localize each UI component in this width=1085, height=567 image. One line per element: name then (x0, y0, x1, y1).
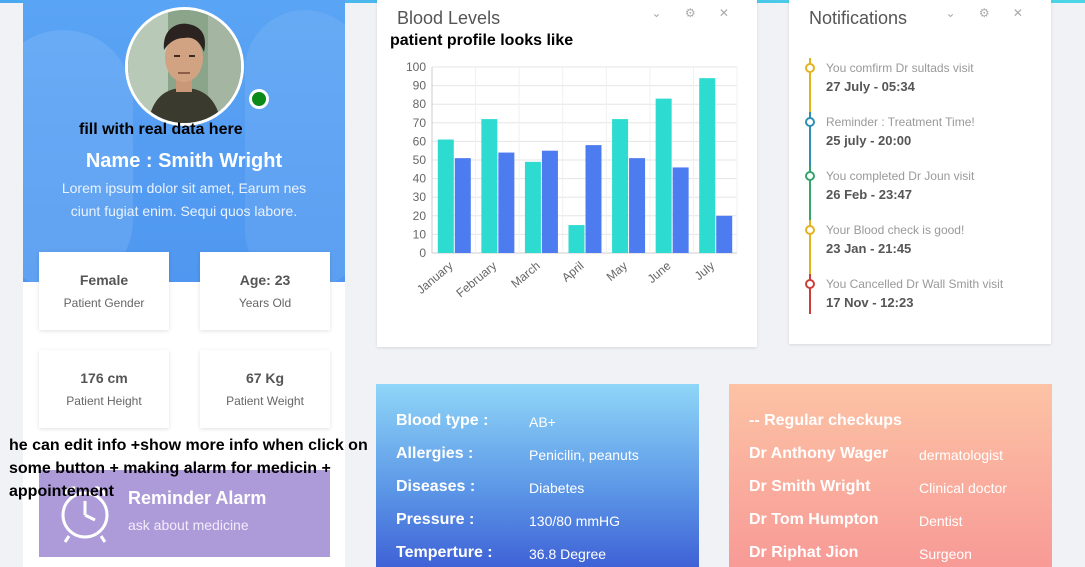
medical-label: Allergies : (396, 445, 474, 462)
notification-time: 26 Feb - 23:47 (826, 187, 912, 202)
stat-label: Patient Gender (63, 296, 145, 310)
stat-value: 176 cm (80, 370, 128, 386)
x-tick-label: June (645, 258, 674, 286)
patient-bio: Lorem ipsum dolor sit amet, Earum nes ci… (43, 177, 325, 223)
timeline-dot (805, 117, 815, 127)
chart-bar (699, 78, 716, 253)
stat-label: Patient Weight (226, 394, 304, 408)
checkup-doctor[interactable]: Dr Smith Wright (749, 478, 870, 496)
stat-label: Patient Height (66, 394, 142, 408)
chart-bar (568, 225, 585, 253)
annotation-line: some button + making alarm for medicin + (9, 460, 331, 477)
annotation-fill-data: fill with real data here (79, 121, 243, 138)
chart-bar (454, 158, 471, 253)
medical-label: Pressure : (396, 511, 475, 528)
x-tick-label: July (692, 259, 717, 283)
stat-age: Age: 23 Years Old (200, 252, 330, 330)
annotation-line: he can edit info +show more info when cl… (9, 437, 368, 454)
notification-time: 27 July - 05:34 (826, 79, 915, 94)
medical-value: Diabetes (529, 480, 585, 496)
stat-label: Years Old (238, 296, 292, 310)
annotation-edit-info: he can edit info +show more info when cl… (9, 434, 368, 503)
y-tick-label: 20 (413, 209, 427, 223)
stat-height: 176 cm Patient Height (39, 350, 169, 428)
checkup-specialty: Clinical doctor (919, 480, 1007, 496)
timeline-dot (805, 63, 815, 73)
y-tick-label: 70 (413, 116, 427, 130)
checkup-specialty: Dentist (919, 513, 963, 529)
stat-value: 67 Kg (245, 370, 285, 386)
annotation-profile: patient profile looks like (390, 32, 574, 49)
bio-line: ciunt fugiat enim. Sequi quos labore. (70, 203, 298, 219)
x-tick-label: March (508, 259, 543, 291)
y-tick-label: 50 (413, 153, 427, 167)
y-tick-label: 80 (413, 97, 427, 111)
stat-gender: Female Patient Gender (39, 252, 169, 330)
card-tools[interactable]: ⌄ ⚙ ✕ (945, 6, 1033, 20)
y-tick-label: 90 (413, 79, 427, 93)
chart-bar (481, 119, 498, 253)
chart-bar (498, 152, 515, 253)
x-tick-label: February (453, 259, 499, 301)
y-tick-label: 30 (413, 190, 427, 204)
medical-label: Temperture : (396, 544, 493, 561)
stat-value: Age: 23 (239, 272, 291, 288)
x-tick-label: May (604, 259, 630, 284)
medical-value: Penicilin, peanuts (529, 447, 639, 463)
notifications-card: Notifications ⌄ ⚙ ✕ You comfirm Dr sulta… (789, 0, 1051, 344)
notification-text[interactable]: You completed Dr Joun visit (826, 169, 974, 183)
notification-text[interactable]: You Cancelled Dr Wall Smith visit (826, 277, 1003, 291)
timeline-dot (805, 225, 815, 235)
x-tick-label: January (414, 259, 456, 297)
chart-bar (437, 139, 454, 253)
stat-value: Female (79, 272, 129, 288)
chart-bar (612, 119, 629, 253)
medical-info-panel: Blood type : AB+ Allergies : Penicilin, pea… (376, 384, 699, 567)
checkup-specialty: Surgeon (919, 546, 972, 562)
blood-levels-chart: 0 10 20 30 40 50 60 70 80 90 100 JanuaryFebruary Mar… (406, 60, 738, 301)
chart-bar (541, 150, 558, 253)
patient-avatar[interactable] (125, 7, 244, 126)
card-title: Notifications (809, 8, 908, 28)
checkup-doctor[interactable]: Dr Riphat Jion (749, 544, 858, 562)
notification-text[interactable]: Your Blood check is good! (826, 223, 964, 237)
medical-label: Blood type : (396, 412, 489, 429)
checkups-heading: -- Regular checkups (749, 412, 902, 429)
notification-text[interactable]: Reminder : Treatment Time! (826, 115, 975, 129)
online-status-dot (249, 89, 269, 109)
notification-time: 25 july - 20:00 (826, 133, 912, 148)
medical-value: 130/80 mmHG (529, 513, 621, 529)
checkups-panel: -- Regular checkups Dr Anthony Wager derm… (729, 384, 1052, 567)
chart-bar (655, 98, 672, 254)
y-tick-label: 0 (419, 246, 426, 260)
notification-time: 23 Jan - 21:45 (826, 241, 912, 256)
notification-time: 17 Nov - 12:23 (826, 295, 914, 310)
annotation-line: appointement (9, 483, 114, 500)
checkup-doctor[interactable]: Dr Tom Humpton (749, 511, 878, 529)
medical-label: Diseases : (396, 478, 476, 495)
timeline-dot (805, 279, 815, 289)
medical-value: 36.8 Degree (529, 546, 607, 562)
notification-text[interactable]: You comfirm Dr sultads visit (826, 61, 974, 75)
chart-bar (524, 161, 541, 253)
timeline-dot (805, 171, 815, 181)
checkup-specialty: dermatologist (919, 447, 1004, 463)
y-tick-label: 100 (406, 60, 426, 74)
reminder-subtitle: ask about medicine (128, 517, 249, 533)
stat-weight: 67 Kg Patient Weight (200, 350, 330, 428)
chart-bar (629, 158, 646, 253)
bio-line: Lorem ipsum dolor sit amet, Earum nes (61, 180, 307, 196)
y-tick-label: 40 (413, 172, 427, 186)
chart-bar (672, 167, 689, 253)
chart-bar (716, 215, 733, 253)
x-tick-label: April (559, 259, 586, 285)
medical-value: AB+ (529, 414, 556, 430)
patient-name: Name : Smith Wright (85, 150, 283, 172)
y-tick-label: 10 (413, 227, 427, 241)
blood-levels-card: Blood Levels ⌄ ⚙ ✕ 0 10 20 30 40 50 60 70 80 90 10… (377, 0, 757, 347)
y-tick-label: 60 (413, 134, 427, 148)
chart-bar (585, 145, 602, 253)
checkup-doctor[interactable]: Dr Anthony Wager (749, 445, 888, 463)
